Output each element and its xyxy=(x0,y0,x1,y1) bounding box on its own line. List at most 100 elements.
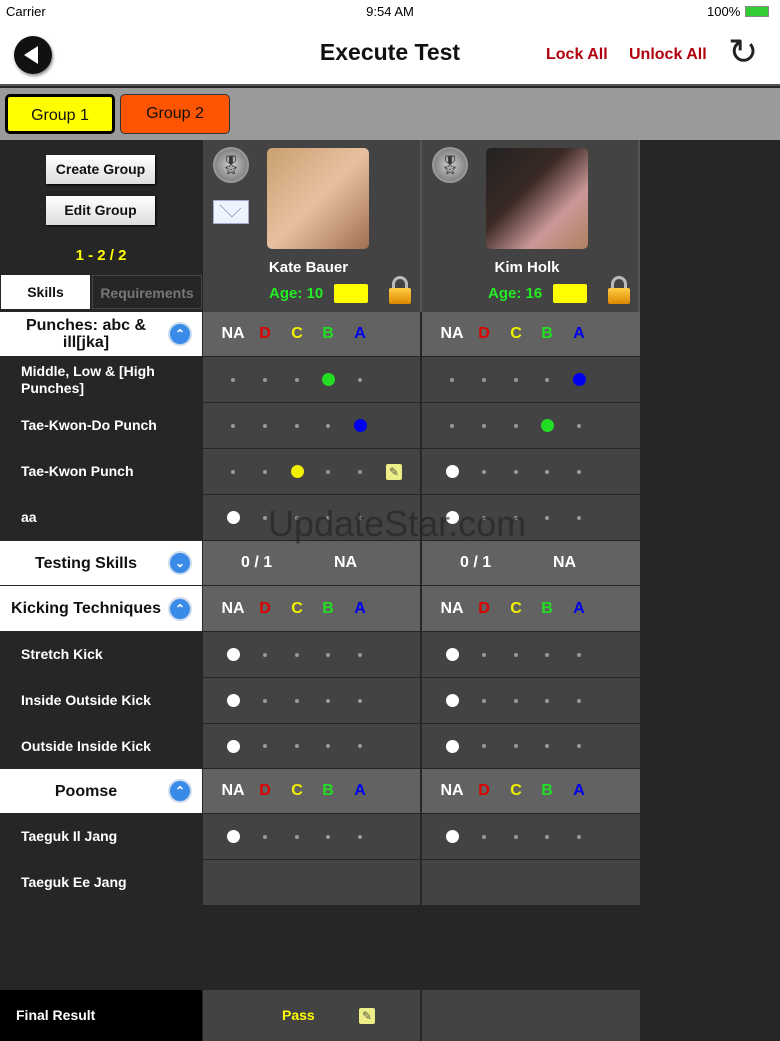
grade-option-d[interactable] xyxy=(263,744,267,748)
final-result-cell[interactable]: Pass ✎ xyxy=(203,990,420,1041)
grade-option-b[interactable] xyxy=(545,652,549,657)
grade-option-na[interactable] xyxy=(231,423,235,428)
grade-option-a[interactable] xyxy=(577,698,581,703)
grade-option-c[interactable] xyxy=(514,423,518,428)
grade-option-a[interactable] xyxy=(577,652,581,657)
grade-option-a[interactable] xyxy=(353,419,367,432)
grade-option-b[interactable] xyxy=(545,744,549,748)
grade-option-c[interactable] xyxy=(290,465,304,478)
grade-option-d[interactable] xyxy=(263,652,267,657)
grade-option-d[interactable] xyxy=(482,652,486,657)
edit-note-icon[interactable]: ✎ xyxy=(386,463,402,480)
grade-option-b[interactable] xyxy=(545,515,549,520)
lock-icon[interactable] xyxy=(608,276,630,304)
grade-option-d[interactable] xyxy=(263,834,267,839)
grade-option-na[interactable] xyxy=(450,377,454,382)
grade-option-c[interactable] xyxy=(295,834,299,839)
grade-option-na[interactable] xyxy=(226,511,240,524)
grade-option-d[interactable] xyxy=(482,469,486,474)
grade-option-c[interactable] xyxy=(514,652,518,657)
grade-option-a[interactable] xyxy=(358,377,362,382)
grade-option-d[interactable] xyxy=(482,698,486,703)
grade-option-d[interactable] xyxy=(482,744,486,748)
grade-option-c[interactable] xyxy=(514,744,518,748)
grade-option-na[interactable] xyxy=(226,830,240,843)
grade-option-d[interactable] xyxy=(263,515,267,520)
grade-option-a[interactable] xyxy=(577,834,581,839)
grade-option-d[interactable] xyxy=(482,377,486,382)
grade-option-a[interactable] xyxy=(358,698,362,703)
grade-option-d[interactable] xyxy=(482,423,486,428)
grade-option-c[interactable] xyxy=(514,698,518,703)
lock-all-button[interactable]: Lock All xyxy=(546,46,608,64)
grade-option-na[interactable] xyxy=(445,694,459,707)
grade-option-a[interactable] xyxy=(577,744,581,748)
grade-option-d[interactable] xyxy=(263,423,267,428)
tab-requirements[interactable]: Requirements xyxy=(92,275,202,309)
grade-option-a[interactable] xyxy=(358,744,362,748)
grade-option-a[interactable] xyxy=(358,469,362,474)
expand-icon[interactable]: ⌄ xyxy=(168,551,192,575)
grade-option-na[interactable] xyxy=(445,739,459,753)
grade-option-b[interactable] xyxy=(545,834,549,839)
grade-option-d[interactable] xyxy=(263,377,267,382)
collapse-icon[interactable]: ⌃ xyxy=(168,779,192,803)
grade-option-a[interactable] xyxy=(577,469,581,474)
grade-option-b[interactable] xyxy=(326,834,330,839)
grade-option-na[interactable] xyxy=(226,694,240,707)
grade-option-c[interactable] xyxy=(295,652,299,657)
edit-note-icon[interactable]: ✎ xyxy=(359,1007,375,1024)
grade-option-na[interactable] xyxy=(226,739,240,753)
collapse-icon[interactable]: ⌃ xyxy=(168,596,192,621)
award-icon[interactable]: 🎖 xyxy=(213,147,249,183)
grade-option-c[interactable] xyxy=(514,834,518,839)
grade-option-na[interactable] xyxy=(450,423,454,428)
grade-option-b[interactable] xyxy=(545,469,549,474)
group-tab-1[interactable]: Group 1 xyxy=(5,94,115,134)
grade-option-c[interactable] xyxy=(514,515,518,520)
grade-option-na[interactable] xyxy=(231,377,235,382)
grade-option-d[interactable] xyxy=(482,515,486,520)
grade-option-c[interactable] xyxy=(295,515,299,520)
grade-option-a[interactable] xyxy=(358,652,362,657)
group-tab-2[interactable]: Group 2 xyxy=(120,94,230,134)
grade-option-b[interactable] xyxy=(326,652,330,657)
grade-option-na[interactable] xyxy=(445,830,459,843)
collapse-icon[interactable]: ⌃ xyxy=(168,322,192,346)
grade-option-b[interactable] xyxy=(326,469,330,474)
grade-option-c[interactable] xyxy=(514,469,518,474)
grade-option-a[interactable] xyxy=(358,515,362,520)
grade-option-c[interactable] xyxy=(295,698,299,703)
grade-option-b[interactable] xyxy=(326,423,330,428)
grade-option-d[interactable] xyxy=(263,469,267,474)
grade-option-a[interactable] xyxy=(358,834,362,839)
grade-option-a[interactable] xyxy=(577,423,581,428)
grade-option-c[interactable] xyxy=(295,423,299,428)
edit-group-button[interactable]: Edit Group xyxy=(46,196,155,225)
unlock-all-button[interactable]: Unlock All xyxy=(629,46,707,64)
grade-option-d[interactable] xyxy=(482,834,486,839)
grade-option-na[interactable] xyxy=(226,648,240,661)
tab-skills[interactable]: Skills xyxy=(1,275,90,309)
grade-option-b[interactable] xyxy=(326,744,330,748)
grade-option-c[interactable] xyxy=(514,377,518,382)
grade-option-a[interactable] xyxy=(577,515,581,520)
lock-icon[interactable] xyxy=(389,276,411,304)
grade-option-na[interactable] xyxy=(231,469,235,474)
grade-option-b[interactable] xyxy=(545,377,549,382)
grade-option-c[interactable] xyxy=(295,377,299,382)
grade-option-b[interactable] xyxy=(545,698,549,703)
create-group-button[interactable]: Create Group xyxy=(46,155,155,184)
grade-option-na[interactable] xyxy=(445,465,459,478)
grade-option-a[interactable] xyxy=(572,373,586,386)
grade-option-c[interactable] xyxy=(295,744,299,748)
grade-option-b[interactable] xyxy=(326,698,330,703)
refresh-icon[interactable]: ↻ xyxy=(728,34,758,70)
award-icon[interactable]: 🎖 xyxy=(432,147,468,183)
grade-option-b[interactable] xyxy=(540,419,554,432)
mail-icon[interactable] xyxy=(213,200,249,224)
grade-option-na[interactable] xyxy=(445,511,459,524)
grade-option-na[interactable] xyxy=(445,648,459,661)
final-result-cell[interactable] xyxy=(422,990,640,1041)
grade-option-b[interactable] xyxy=(326,515,330,520)
